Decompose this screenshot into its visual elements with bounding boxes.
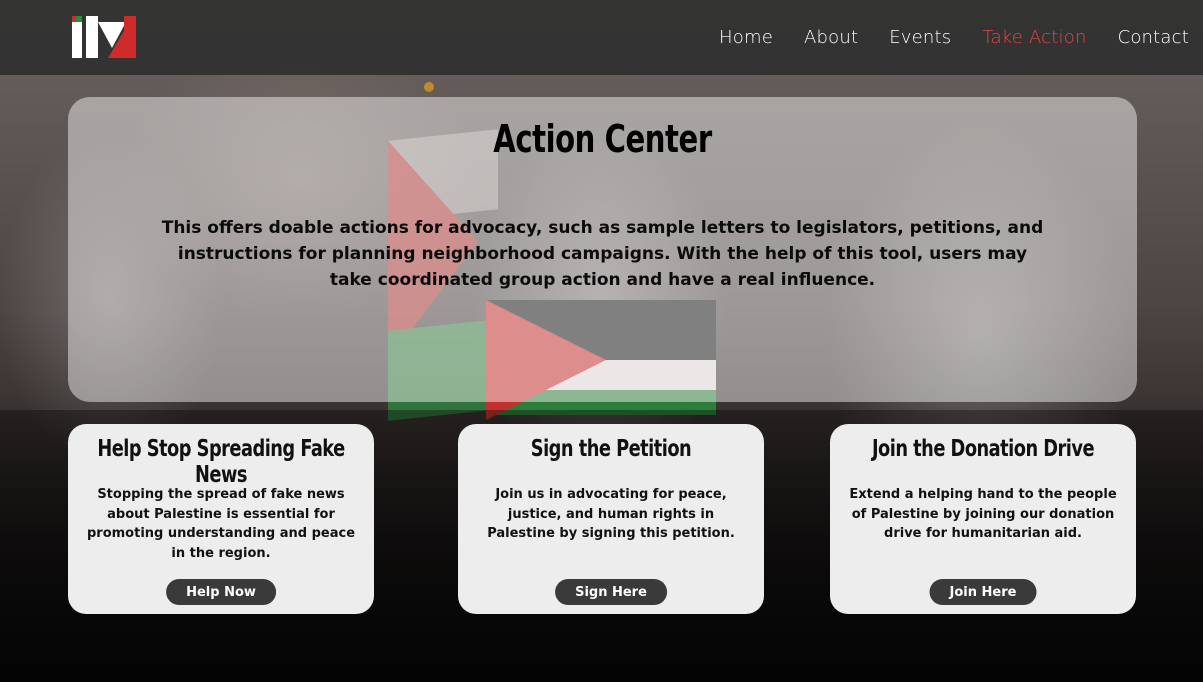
site-logo[interactable] xyxy=(72,16,138,60)
nav-link-about[interactable]: About xyxy=(804,27,858,48)
nav-link-take-action[interactable]: Take Action xyxy=(982,27,1086,48)
card-fake-news: Help Stop Spreading Fake News Stopping t… xyxy=(68,424,374,614)
main-nav: Home About Events Take Action Contact xyxy=(688,27,1189,48)
nav-link-events[interactable]: Events xyxy=(889,27,951,48)
join-here-button[interactable]: Join Here xyxy=(929,579,1037,605)
card-petition: Sign the Petition Join us in advocating … xyxy=(458,424,764,614)
card-body: Join us in advocating for peace, justice… xyxy=(487,487,735,541)
hero-description: This offers doable actions for advocacy,… xyxy=(161,218,1044,290)
card-body: Stopping the spread of fake news about P… xyxy=(86,487,356,561)
nav-link-home[interactable]: Home xyxy=(719,27,773,48)
top-navbar: Home About Events Take Action Contact xyxy=(0,0,1203,75)
nav-link-contact[interactable]: Contact xyxy=(1118,27,1189,48)
card-title: Join the Donation Drive xyxy=(871,436,1095,462)
help-now-button[interactable]: Help Now xyxy=(166,579,276,605)
page-title: Action Center xyxy=(493,117,712,161)
card-title: Sign the Petition xyxy=(530,436,692,462)
card-donation: Join the Donation Drive Extend a helping… xyxy=(830,424,1136,614)
action-center-panel: Action Center This offers doable actions… xyxy=(68,97,1137,402)
sign-here-button[interactable]: Sign Here xyxy=(555,579,667,605)
card-body: Extend a helping hand to the people of P… xyxy=(849,487,1117,541)
card-title: Help Stop Spreading Fake News xyxy=(97,436,345,488)
flag-pole-tip xyxy=(424,82,434,92)
